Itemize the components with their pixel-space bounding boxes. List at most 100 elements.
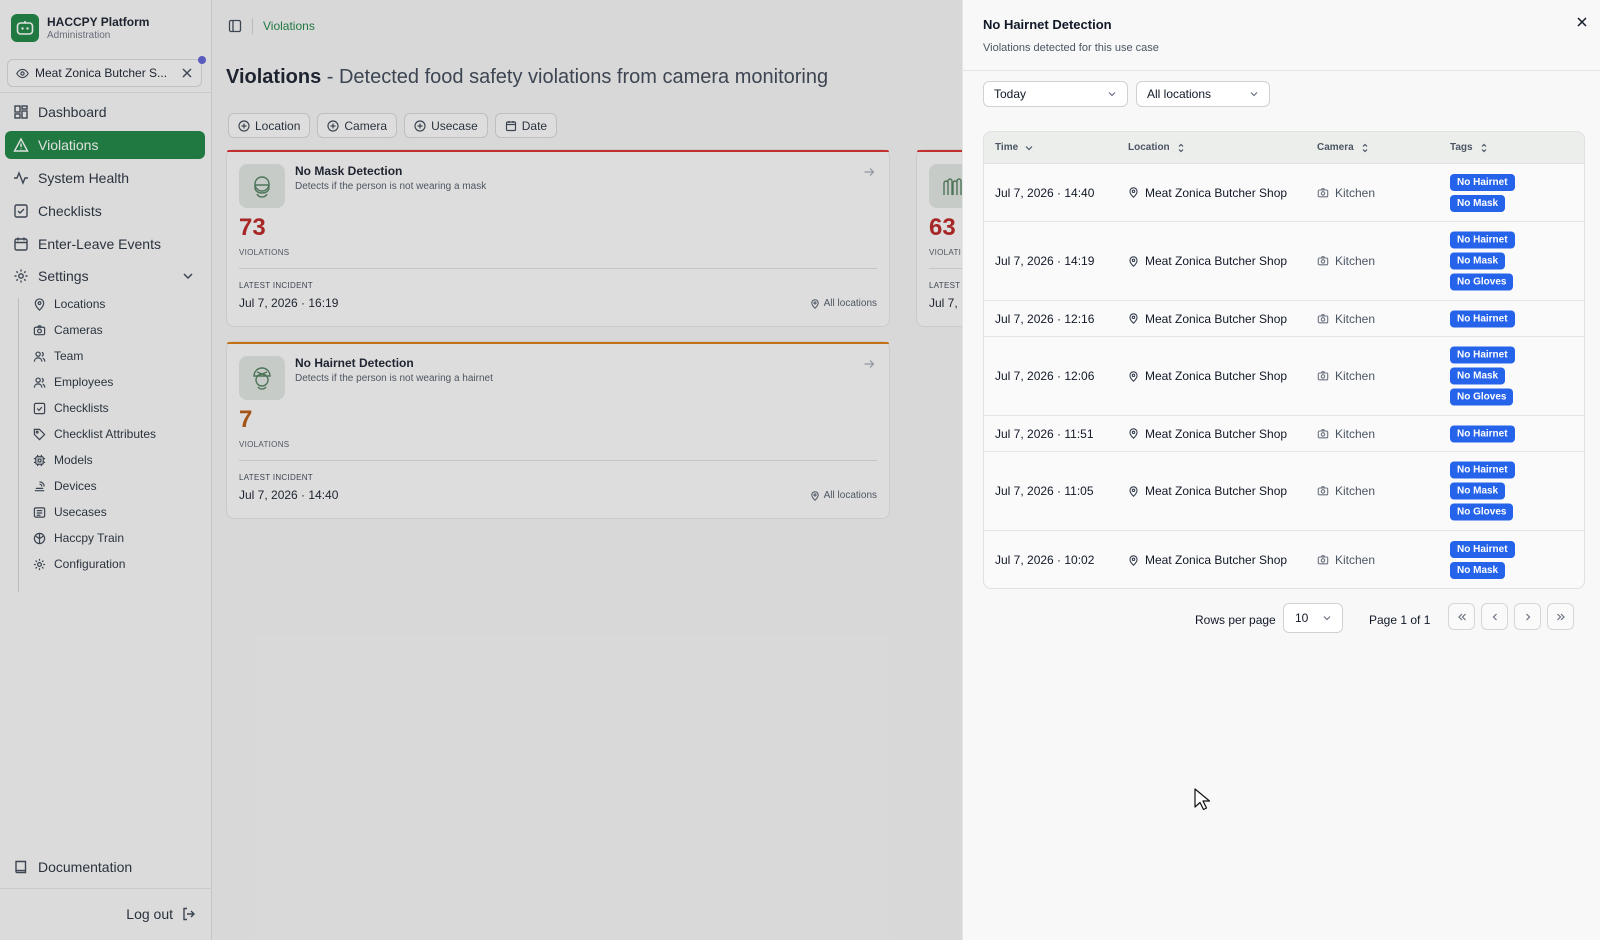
table-header: Time Location Camera Tags	[984, 132, 1584, 164]
cell-location-text: Meat Zonica Butcher Shop	[1145, 185, 1288, 200]
divider	[963, 70, 1600, 71]
cell-time: Jul 7, 2026 · 11:05	[995, 484, 1094, 498]
violation-tag: No Mask	[1450, 252, 1506, 270]
cell-camera: Kitchen	[1317, 369, 1375, 383]
camera-icon	[1317, 554, 1329, 566]
violation-tag: No Hairnet	[1450, 346, 1515, 364]
cell-time: Jul 7, 2026 · 14:19	[995, 254, 1095, 268]
cell-camera-text: Kitchen	[1335, 254, 1376, 268]
table-row[interactable]: Jul 7, 2026 · 11:51 Meat Zonica Butcher S…	[984, 416, 1584, 452]
cell-tags: No Hairnet No Mask No Gloves	[1450, 346, 1515, 406]
violation-tag: No Gloves	[1450, 503, 1514, 521]
camera-icon	[1317, 485, 1329, 497]
chevrons-left-icon	[1456, 611, 1468, 623]
cell-camera-text: Kitchen	[1335, 484, 1376, 498]
cell-time: Jul 7, 2026 · 12:06	[995, 369, 1095, 383]
modal-overlay[interactable]	[0, 0, 962, 940]
sort-icon	[1176, 143, 1186, 153]
table-row[interactable]: Jul 7, 2026 · 14:19 Meat Zonica Butcher S…	[984, 222, 1584, 301]
cell-location: Meat Zonica Butcher Shop	[1128, 312, 1287, 326]
first-page-button[interactable]	[1448, 603, 1475, 630]
violation-tag: No Mask	[1450, 194, 1506, 212]
cell-camera-text: Kitchen	[1335, 369, 1376, 383]
col-tags-header[interactable]: Tags	[1450, 142, 1489, 153]
rows-per-page-label: Rows per page	[1195, 613, 1276, 627]
camera-icon	[1317, 187, 1329, 199]
rows-per-page-value: 10	[1295, 611, 1309, 625]
cell-time: Jul 7, 2026 · 14:40	[995, 185, 1095, 200]
cell-tags: No Hairnet No Mask No Gloves	[1450, 231, 1515, 291]
mouse-cursor-icon	[1194, 788, 1212, 812]
cell-location-text: Meat Zonica Butcher Shop	[1145, 369, 1288, 383]
violation-tag: No Gloves	[1450, 388, 1514, 406]
cell-location-text: Meat Zonica Butcher Shop	[1145, 484, 1288, 498]
col-location-label: Location	[1128, 142, 1170, 153]
map-pin-icon	[1128, 428, 1139, 439]
cell-tags: No Hairnet No Mask No Gloves	[1450, 461, 1515, 521]
table-row[interactable]: Jul 7, 2026 · 14:40 Meat Zonica Butcher S…	[984, 164, 1584, 222]
violation-tag: No Gloves	[1450, 273, 1514, 291]
chevron-down-icon	[1106, 88, 1118, 100]
cell-tags: No Hairnet	[1450, 310, 1515, 327]
col-tags-label: Tags	[1450, 142, 1473, 153]
rows-per-page-select[interactable]: 10	[1283, 603, 1343, 633]
violation-tag: No Mask	[1450, 367, 1506, 385]
location-select[interactable]: All locations	[1136, 81, 1270, 107]
close-icon[interactable]	[1576, 16, 1588, 28]
map-pin-icon	[1128, 187, 1139, 198]
col-camera-header[interactable]: Camera	[1317, 142, 1370, 153]
chevron-right-icon	[1522, 611, 1534, 623]
cell-time: Jul 7, 2026 · 11:51	[995, 426, 1094, 441]
period-select-value: Today	[994, 87, 1027, 101]
cell-location-text: Meat Zonica Butcher Shop	[1145, 553, 1288, 567]
table-row[interactable]: Jul 7, 2026 · 10:02 Meat Zonica Butcher S…	[984, 531, 1584, 588]
next-page-button[interactable]	[1514, 603, 1541, 630]
cell-location-text: Meat Zonica Butcher Shop	[1145, 426, 1288, 441]
col-location-header[interactable]: Location	[1128, 142, 1186, 153]
panel-subtitle: Violations detected for this use case	[983, 42, 1159, 54]
violation-tag: No Hairnet	[1450, 310, 1515, 327]
cell-tags: No Hairnet No Mask	[1450, 541, 1515, 579]
table-row[interactable]: Jul 7, 2026 · 11:05 Meat Zonica Butcher S…	[984, 452, 1584, 531]
table-row[interactable]: Jul 7, 2026 · 12:16 Meat Zonica Butcher S…	[984, 301, 1584, 337]
col-time-header[interactable]: Time	[995, 142, 1034, 153]
camera-icon	[1317, 370, 1329, 382]
cell-location: Meat Zonica Butcher Shop	[1128, 369, 1287, 383]
prev-page-button[interactable]	[1481, 603, 1508, 630]
cell-camera: Kitchen	[1317, 254, 1375, 268]
table-row[interactable]: Jul 7, 2026 · 12:06 Meat Zonica Butcher S…	[984, 337, 1584, 416]
map-pin-icon	[1128, 370, 1139, 382]
cell-location: Meat Zonica Butcher Shop	[1128, 427, 1287, 441]
violation-tag: No Mask	[1450, 482, 1506, 500]
cell-location: Meat Zonica Butcher Shop	[1128, 484, 1287, 498]
col-time-label: Time	[995, 142, 1019, 153]
chevron-left-icon	[1489, 611, 1501, 623]
map-pin-icon	[1128, 255, 1139, 267]
chevron-down-icon	[1321, 612, 1333, 624]
sort-icon	[1360, 143, 1370, 153]
camera-icon	[1317, 255, 1329, 267]
cell-location: Meat Zonica Butcher Shop	[1128, 186, 1287, 200]
chevron-down-icon	[1248, 88, 1260, 100]
last-page-button[interactable]	[1547, 603, 1574, 630]
cell-camera-text: Kitchen	[1335, 553, 1376, 567]
cell-location-text: Meat Zonica Butcher Shop	[1145, 254, 1288, 268]
map-pin-icon	[1128, 554, 1139, 566]
cell-location-text: Meat Zonica Butcher Shop	[1145, 311, 1288, 326]
sort-icon	[1479, 143, 1489, 153]
cell-camera: Kitchen	[1317, 312, 1375, 326]
cell-camera: Kitchen	[1317, 484, 1375, 498]
panel-title: No Hairnet Detection	[983, 17, 1112, 32]
cell-time: Jul 7, 2026 · 12:16	[995, 311, 1095, 326]
cell-location: Meat Zonica Butcher Shop	[1128, 254, 1287, 268]
period-select[interactable]: Today	[983, 81, 1128, 107]
map-pin-icon	[1128, 313, 1139, 324]
chevrons-right-icon	[1555, 611, 1567, 623]
violation-tag: No Hairnet	[1450, 461, 1515, 479]
cell-tags: No Hairnet	[1450, 425, 1515, 442]
cell-tags: No Hairnet No Mask	[1450, 173, 1515, 212]
violation-tag: No Hairnet	[1450, 231, 1515, 249]
cell-camera: Kitchen	[1317, 427, 1375, 441]
cell-camera: Kitchen	[1317, 553, 1375, 567]
cell-camera-text: Kitchen	[1335, 311, 1376, 326]
